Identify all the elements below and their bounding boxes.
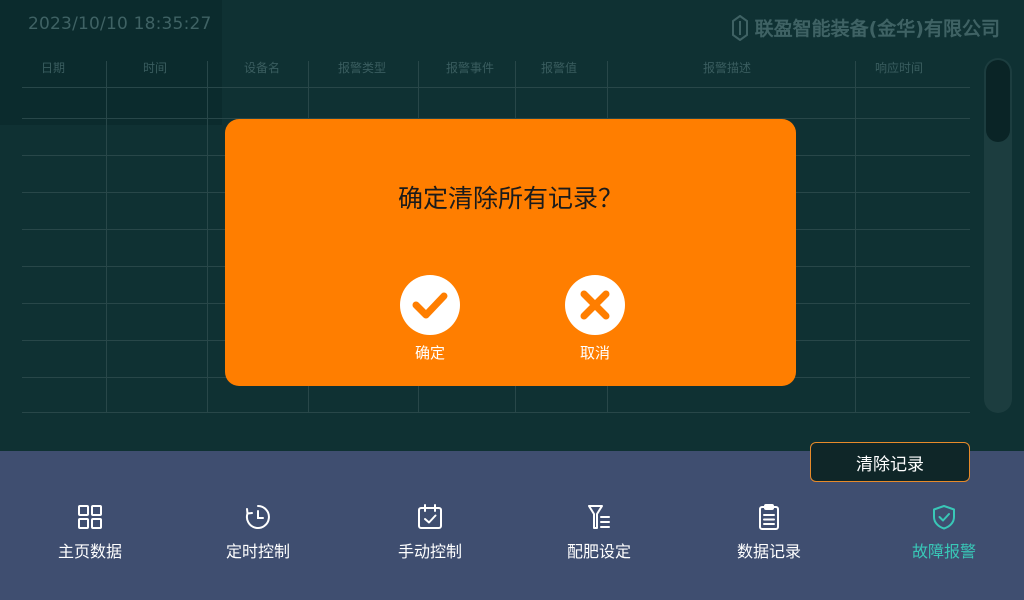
- brand-logo: 联盈智能装备(金华)有限公司: [731, 14, 1000, 41]
- clear-records-button[interactable]: 清除记录: [810, 442, 970, 482]
- column-divider: [106, 61, 107, 413]
- column-header-alarm-value: 报警值: [540, 61, 577, 75]
- table-header: 日期 时间 设备名 报警类型 报警事件 报警值 报警描述 响应时间: [22, 55, 970, 85]
- column-header-alarm-desc: 报警描述: [702, 61, 751, 75]
- nav-item-label: 故障报警: [911, 542, 976, 561]
- cancel-label: 取消: [579, 344, 610, 362]
- nav-item-fault-alarm[interactable]: 故障报警: [884, 500, 1004, 562]
- grid-icon: [75, 500, 105, 534]
- column-header-alarm-event: 报警事件: [445, 61, 494, 75]
- column-divider: [207, 61, 208, 413]
- nav-item-manual-control[interactable]: 手动控制: [370, 500, 490, 562]
- column-header-response-time: 响应时间: [874, 61, 923, 75]
- calendar-check-icon: [415, 500, 445, 534]
- check-circle-icon: [400, 275, 460, 335]
- confirm-label: 确定: [414, 344, 445, 362]
- nav-item-label: 定时控制: [225, 542, 290, 561]
- column-header-time: 时间: [142, 61, 167, 75]
- column-header-device: 设备名: [243, 61, 280, 75]
- nav-item-data-records[interactable]: 数据记录: [709, 500, 829, 562]
- column-header-date: 日期: [40, 61, 65, 75]
- brand-name: 联盈智能装备(金华)有限公司: [754, 18, 1000, 40]
- nav-item-fertilizer-settings[interactable]: 配肥设定: [539, 500, 659, 562]
- table-row: [22, 87, 970, 88]
- table-scrollbar[interactable]: [984, 58, 1012, 413]
- nav-item-timer-control[interactable]: 定时控制: [198, 500, 318, 562]
- nav-item-label: 数据记录: [736, 542, 801, 561]
- column-divider: [855, 61, 856, 413]
- nav-item-home[interactable]: 主页数据: [30, 500, 150, 562]
- nav-item-label: 主页数据: [57, 542, 122, 561]
- brand-mark-icon: [731, 14, 748, 41]
- table-row: [22, 412, 970, 413]
- clipboard-icon: [754, 500, 784, 534]
- bottom-nav: 主页数据 定时控制 手动控制 配肥设定 数据记录 故障报警: [0, 500, 1024, 570]
- column-header-alarm-type: 报警类型: [337, 61, 386, 75]
- fertilizer-icon: [584, 500, 614, 534]
- timer-icon: [243, 500, 273, 534]
- shield-check-icon: [929, 500, 959, 534]
- close-circle-icon: [565, 275, 625, 335]
- cancel-button[interactable]: 取消: [555, 275, 635, 363]
- dialog-message: 确定清除所有记录？: [397, 184, 623, 213]
- nav-item-label: 手动控制: [397, 542, 462, 561]
- confirm-button[interactable]: 确定: [390, 275, 470, 363]
- datetime-display: 2023/10/10 18:35:27: [28, 14, 212, 34]
- nav-item-label: 配肥设定: [566, 542, 631, 561]
- scrollbar-thumb[interactable]: [986, 60, 1010, 142]
- confirm-clear-dialog: 确定清除所有记录？ 确定 取消: [225, 119, 796, 386]
